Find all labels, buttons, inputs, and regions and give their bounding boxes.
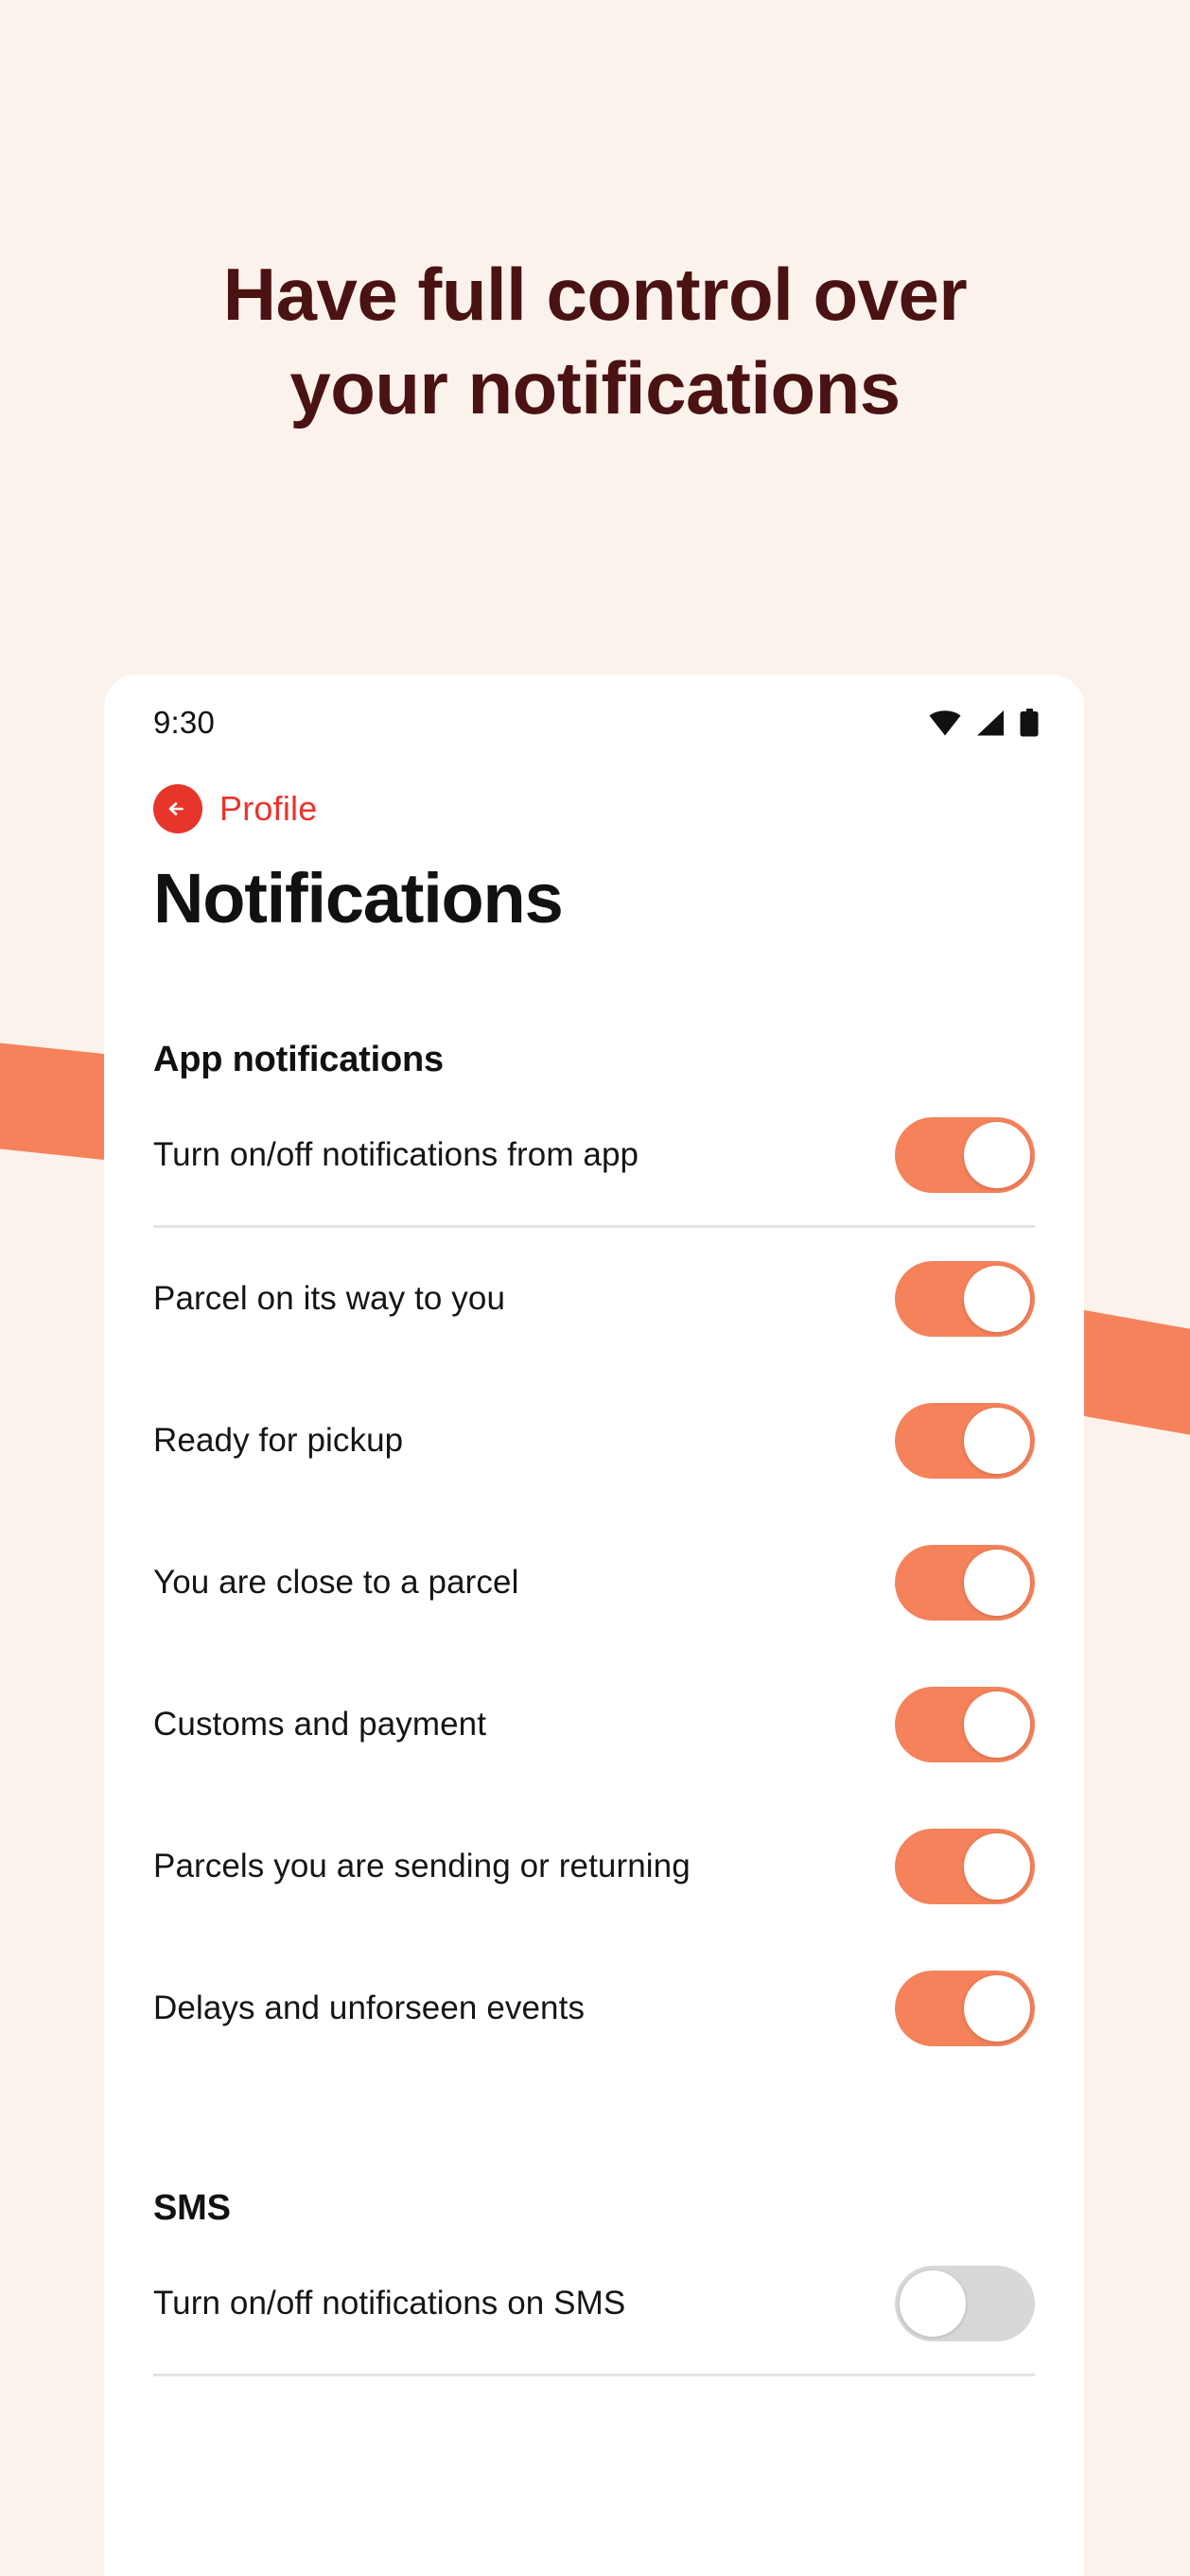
notification-toggle[interactable] [895,2266,1035,2342]
notification-row-label: Turn on/off notifications from app [153,1136,639,1174]
notification-row-label: Customs and payment [153,1705,487,1743]
notification-row[interactable]: Ready for pickup [153,1370,1035,1512]
status-bar-time: 9:30 [153,705,216,740]
notification-row[interactable]: Delays and unforseen events [153,1937,1035,2079]
notification-row-label: Ready for pickup [153,1421,404,1459]
status-bar-icons [929,709,1039,737]
notification-row[interactable]: Customs and payment [153,1654,1035,1796]
notification-row-label: You are close to a parcel [153,1563,519,1601]
notification-toggle[interactable] [895,1260,1035,1337]
notification-row-label: Parcels you are sending or returning [153,1847,691,1884]
notification-toggle[interactable] [895,1544,1035,1621]
notification-row-label: Parcel on its way to you [153,1279,506,1317]
toggle-knob [964,1832,1030,1900]
toggle-knob [964,1265,1030,1332]
notification-row-label: Turn on/off notifications on SMS [153,2285,626,2322]
cellular-signal-icon [976,710,1005,736]
phone-mockup: 9:30 Profile Notifications App notificat… [104,675,1084,2576]
hero-heading-line-2: your notifications [289,346,901,430]
notification-toggle[interactable] [895,1970,1035,2046]
toggle-knob [964,1974,1030,2042]
notification-toggle[interactable] [895,1828,1035,1904]
page-title: Notifications [153,859,564,938]
notification-row[interactable]: You are close to a parcel [153,1512,1035,1654]
wifi-icon [929,710,961,736]
section-sms: SMS Turn on/off notifications on SMS [104,2188,1084,2376]
arrow-left-icon[interactable] [153,784,202,833]
section-app-notifications: App notifications Turn on/off notificati… [104,1040,1084,2079]
notification-row[interactable]: Parcels you are sending or returning [153,1796,1035,1937]
back-link-label[interactable]: Profile [219,789,317,829]
toggle-knob [964,1549,1030,1616]
notification-row-label: Delays and unforseen events [153,1989,586,2026]
notification-toggle[interactable] [895,1686,1035,1762]
toggle-knob [900,2270,966,2338]
back-to-profile-link[interactable]: Profile [104,771,1084,833]
notification-row[interactable]: Turn on/off notifications on SMS [153,2234,1035,2376]
toggle-knob [964,1122,1030,1189]
hero-heading: Have full control over your notification… [0,248,1190,435]
rows-sms: Turn on/off notifications on SMS [153,2234,1035,2376]
rows-app-notifications: Turn on/off notifications from app Parce… [153,1086,1035,2079]
section-title-sms: SMS [153,2187,231,2228]
status-bar: 9:30 [104,675,1084,771]
section-title-app-notifications: App notifications [153,1039,444,1079]
toggle-knob [964,1407,1030,1474]
notification-toggle[interactable] [895,1402,1035,1479]
hero-heading-line-1: Have full control over [222,253,968,336]
toggle-knob [964,1691,1030,1758]
notification-row[interactable]: Turn on/off notifications from app [153,1086,1035,1228]
notification-toggle[interactable] [895,1117,1035,1194]
notification-row[interactable]: Parcel on its way to you [153,1228,1035,1370]
battery-icon [1020,709,1039,737]
